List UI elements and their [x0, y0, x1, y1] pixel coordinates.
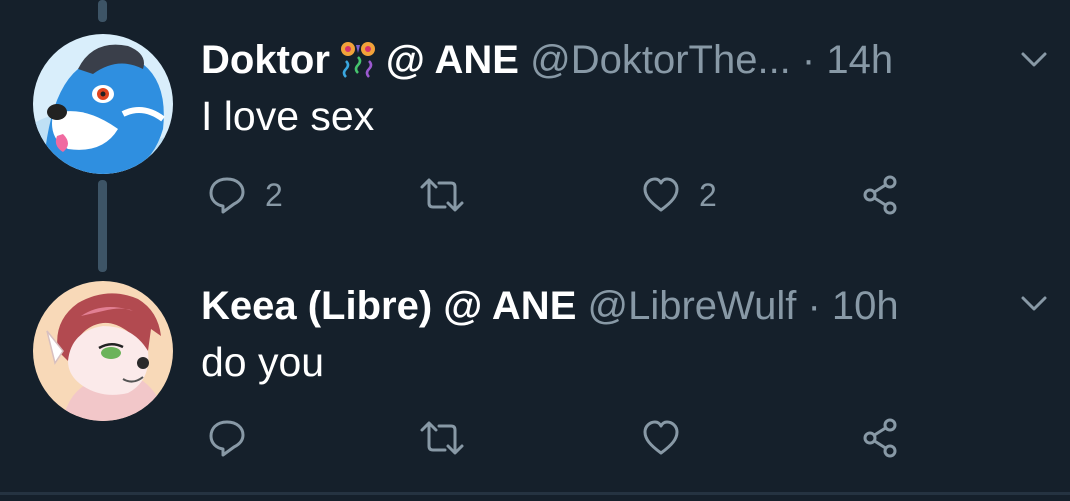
heart-icon: [641, 418, 681, 458]
display-name[interactable]: Keea (Libre) @ ANE: [201, 284, 576, 328]
username-handle[interactable]: @DoktorThe...: [530, 38, 791, 82]
display-name[interactable]: Doktor: [201, 38, 330, 82]
avatar[interactable]: [33, 281, 173, 421]
tweet-header: Doktor @ ANE @DoktorThe... · 14h: [201, 34, 893, 86]
reply-icon: [207, 175, 247, 215]
separator-dot: ·: [807, 284, 821, 328]
retweet-icon: [418, 175, 466, 215]
tweet-header: Keea (Libre) @ ANE @LibreWulf · 10h: [201, 280, 899, 332]
fox-character-avatar-image: [33, 281, 173, 421]
retweet-button[interactable]: [418, 173, 484, 217]
chevron-down-icon[interactable]: [1020, 294, 1048, 314]
reply-count: 2: [265, 176, 283, 213]
timestamp[interactable]: 14h: [826, 38, 893, 82]
tweet-divider: [0, 492, 1070, 495]
retweet-button[interactable]: [418, 416, 484, 460]
party-emoji-icon: [336, 39, 380, 79]
reply-button[interactable]: 2: [207, 173, 283, 217]
share-button[interactable]: [860, 416, 902, 460]
reply-icon: [207, 418, 247, 458]
avatar[interactable]: [33, 34, 173, 174]
like-button[interactable]: 2: [641, 173, 717, 217]
separator-dot: ·: [801, 38, 816, 82]
thread-line-top: [98, 0, 107, 22]
tweet-text: I love sex: [201, 93, 375, 139]
tweet-text: do you: [201, 339, 325, 385]
username-handle[interactable]: @LibreWulf: [588, 284, 797, 328]
share-icon: [860, 417, 902, 459]
like-count: 2: [699, 176, 717, 213]
share-button[interactable]: [860, 173, 902, 217]
share-icon: [860, 174, 902, 216]
timestamp[interactable]: 10h: [832, 284, 899, 328]
tweet-2[interactable]: Keea (Libre) @ ANE @LibreWulf · 10h do y…: [0, 280, 1070, 480]
like-button[interactable]: [641, 416, 699, 460]
blue-fox-avatar-image: [33, 34, 173, 174]
heart-icon: [641, 175, 681, 215]
display-name-suffix[interactable]: @ ANE: [386, 38, 519, 82]
tweet-1[interactable]: Doktor @ ANE @DoktorThe... · 14h I love …: [0, 34, 1070, 224]
retweet-icon: [418, 418, 466, 458]
tweet-thread: Doktor @ ANE @DoktorThe... · 14h I love …: [0, 0, 1070, 501]
chevron-down-icon[interactable]: [1020, 50, 1048, 70]
reply-button[interactable]: [207, 416, 265, 460]
